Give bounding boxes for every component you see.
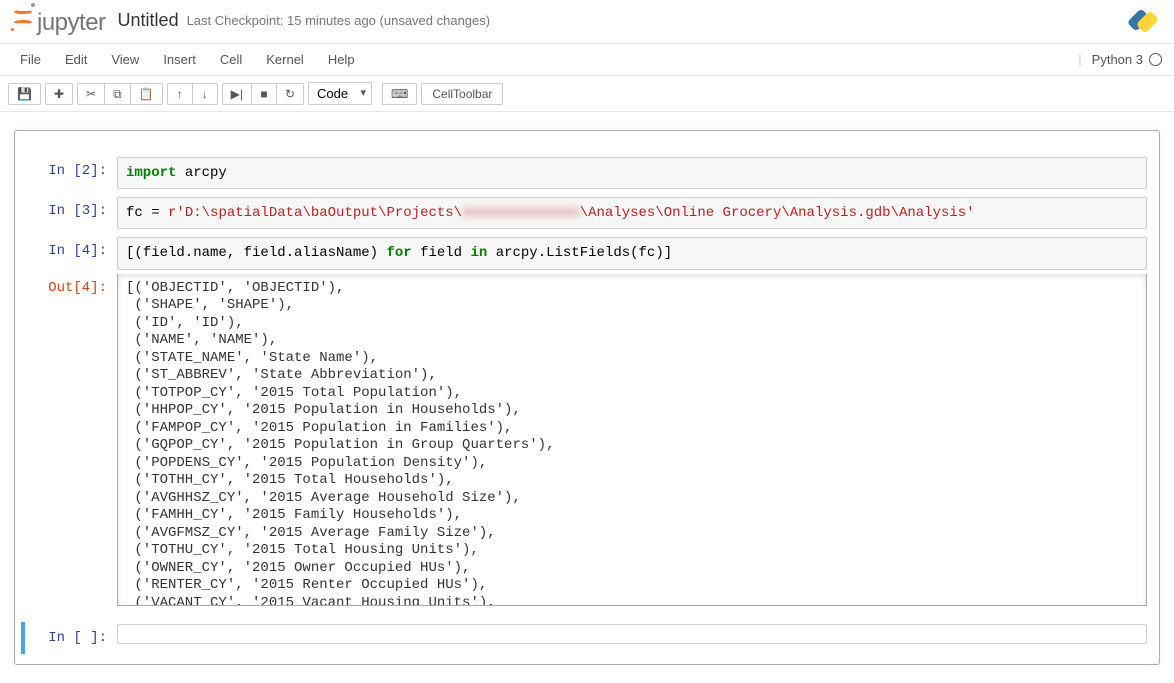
code-cell[interactable]: In [4]: [(field.name, field.aliasName) f…: [21, 235, 1153, 271]
save-button[interactable]: 💾: [8, 83, 41, 105]
move-up-button[interactable]: ↑: [167, 83, 193, 105]
jupyter-logo[interactable]: jupyter: [12, 4, 106, 37]
notebook-container: In [2]: import arcpy In [3]: fc = r'D:\s…: [0, 112, 1174, 683]
cell-type-select[interactable]: Code: [308, 82, 372, 105]
code-cell[interactable]: In [2]: import arcpy: [21, 155, 1153, 191]
kernel-status-icon: [1149, 53, 1162, 66]
run-button[interactable]: ▶|: [222, 83, 252, 105]
notebook-title[interactable]: Untitled: [118, 10, 179, 31]
menu-cell[interactable]: Cell: [208, 44, 254, 75]
code-input[interactable]: [(field.name, field.aliasName) for field…: [117, 237, 1147, 269]
logo-text: jupyter: [37, 9, 106, 37]
menubar: File Edit View Insert Cell Kernel Help |…: [0, 44, 1174, 76]
restart-button[interactable]: ↻: [276, 83, 304, 105]
menu-file[interactable]: File: [8, 44, 53, 75]
code-input[interactable]: [117, 624, 1147, 644]
code-input[interactable]: fc = r'D:\spatialData\baOutput\Projects\…: [117, 197, 1147, 229]
code-input[interactable]: import arcpy: [117, 157, 1147, 189]
code-cell[interactable]: In [ ]:: [21, 622, 1153, 655]
menu-insert[interactable]: Insert: [151, 44, 208, 75]
toolbar: 💾 ✚ ✂ ⧉ 📋 ↑ ↓ ▶| ■ ↻ Code ⌨ CellToolbar: [0, 76, 1174, 112]
menu-help[interactable]: Help: [316, 44, 367, 75]
celltoolbar-button[interactable]: CellToolbar: [421, 83, 503, 105]
notebook-header: jupyter Untitled Last Checkpoint: 15 min…: [0, 0, 1174, 44]
move-down-button[interactable]: ↓: [192, 83, 218, 105]
command-palette-button[interactable]: ⌨: [382, 83, 417, 105]
prompt-in: In [4]:: [27, 237, 117, 269]
code-cell[interactable]: In [3]: fc = r'D:\spatialData\baOutput\P…: [21, 195, 1153, 231]
paste-button[interactable]: 📋: [130, 83, 163, 105]
prompt-in: In [ ]:: [27, 624, 117, 653]
kernel-indicator: | Python 3: [1078, 52, 1162, 67]
output-cell: Out[4]: [('OBJECTID', 'OBJECTID'), ('SHA…: [21, 272, 1153, 608]
jupyter-icon: [12, 4, 34, 30]
menu-view[interactable]: View: [99, 44, 151, 75]
python-icon: [1130, 8, 1156, 34]
menu-edit[interactable]: Edit: [53, 44, 99, 75]
code-output: [('OBJECTID', 'OBJECTID'), ('SHAPE', 'SH…: [117, 274, 1147, 606]
menu-kernel[interactable]: Kernel: [254, 44, 316, 75]
add-cell-button[interactable]: ✚: [45, 83, 73, 105]
checkpoint-status: Last Checkpoint: 15 minutes ago (unsaved…: [187, 13, 491, 28]
copy-button[interactable]: ⧉: [104, 83, 131, 105]
prompt-in: In [2]:: [27, 157, 117, 189]
cut-button[interactable]: ✂: [77, 83, 105, 105]
stop-button[interactable]: ■: [251, 83, 277, 105]
prompt-in: In [3]:: [27, 197, 117, 229]
kernel-name: Python 3: [1092, 52, 1143, 67]
prompt-out: Out[4]:: [27, 274, 117, 606]
